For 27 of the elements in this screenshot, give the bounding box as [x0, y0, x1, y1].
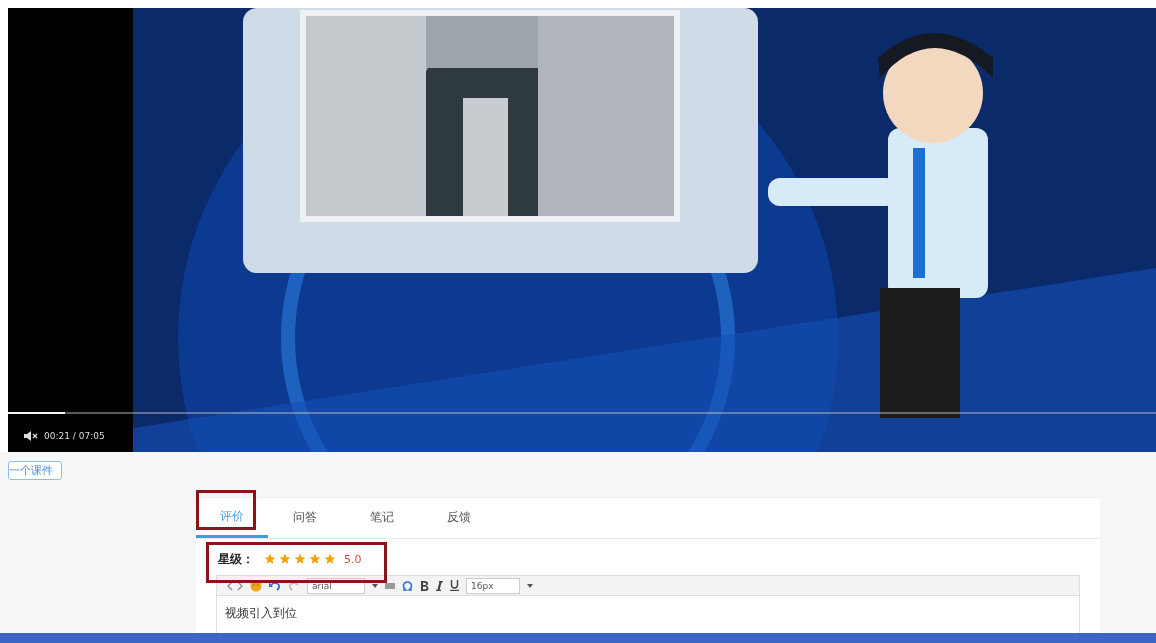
italic-icon[interactable] — [436, 580, 443, 591]
bold-icon[interactable] — [420, 580, 429, 591]
undo-icon[interactable] — [269, 580, 281, 591]
caret-icon[interactable] — [527, 583, 533, 588]
rating-score: 5.0 — [344, 552, 362, 566]
redo-icon[interactable] — [288, 580, 300, 591]
tab[interactable]: 笔记 — [342, 498, 422, 538]
star-icon — [264, 553, 276, 565]
tab[interactable]: 反馈 — [419, 498, 499, 538]
muted-speaker-icon[interactable] — [24, 431, 38, 441]
star-icon — [279, 553, 291, 565]
code-icon[interactable] — [227, 580, 243, 591]
star-rating[interactable] — [264, 553, 336, 565]
rating-label: 星级： — [218, 550, 254, 568]
underline-icon[interactable] — [450, 580, 459, 591]
star-icon — [294, 553, 306, 565]
playback-time: 00:21 / 07:05 — [44, 431, 105, 441]
star-icon — [324, 553, 336, 565]
star-icon — [309, 553, 321, 565]
caret-icon[interactable] — [372, 583, 378, 588]
tab[interactable]: 问答 — [265, 498, 345, 538]
highlight-frame — [196, 490, 256, 530]
comment-text: 视频引入到位 — [224, 605, 298, 622]
font-size-select[interactable]: 16px — [466, 577, 520, 594]
omega-icon[interactable] — [402, 580, 413, 591]
course-button[interactable]: 一个课件 — [8, 461, 62, 480]
ruler-icon[interactable] — [385, 582, 395, 589]
